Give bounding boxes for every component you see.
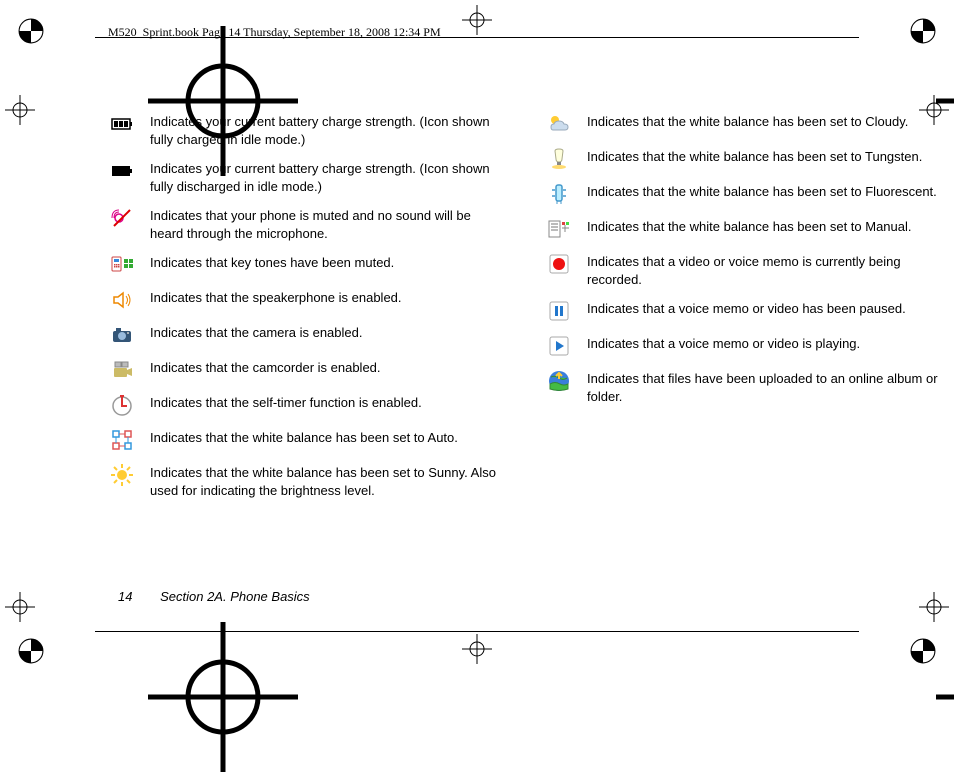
- icon-legend-entry: Indicates that the camcorder is enabled.: [110, 358, 507, 382]
- keytone-mute-icon: [110, 253, 134, 277]
- icon-description: Indicates that the white balance has bee…: [587, 112, 944, 131]
- battery-full-icon: [110, 112, 134, 136]
- registration-mark-icon: [5, 592, 35, 622]
- page-number: 14: [118, 589, 132, 604]
- icon-legend-entry: Indicates that key tones have been muted…: [110, 253, 507, 277]
- icon-legend-entry: Indicates that your phone is muted and n…: [110, 206, 507, 242]
- registration-mark-icon: [861, 26, 881, 46]
- icon-legend-entry: Indicates that a voice memo or video is …: [547, 334, 944, 358]
- registration-mark-icon: [919, 592, 949, 622]
- icon-legend-entry: Indicates that the white balance has bee…: [547, 217, 944, 241]
- registration-mark-icon: [73, 622, 93, 642]
- wb-auto-icon: [110, 428, 134, 452]
- camcorder-icon: [110, 358, 134, 382]
- icon-description: Indicates that files have been uploaded …: [587, 369, 944, 405]
- icon-legend-entry: Indicates that files have been uploaded …: [547, 369, 944, 405]
- icon-legend-entry: Indicates that the white balance has bee…: [110, 463, 507, 499]
- icon-description: Indicates your current battery charge st…: [150, 159, 507, 195]
- icon-description: Indicates that the white balance has bee…: [587, 182, 944, 201]
- icon-legend-entry: Indicates that the speakerphone is enabl…: [110, 288, 507, 312]
- icon-legend-entry: Indicates that the white balance has bee…: [547, 147, 944, 171]
- icon-description: Indicates that key tones have been muted…: [150, 253, 507, 272]
- icon-description: Indicates that a voice memo or video has…: [587, 299, 944, 318]
- icon-description: Indicates that your phone is muted and n…: [150, 206, 507, 242]
- icon-legend-entry: Indicates that the camera is enabled.: [110, 323, 507, 347]
- icon-description: Indicates that the self-timer function i…: [150, 393, 507, 412]
- section-title: Section 2A. Phone Basics: [160, 589, 310, 604]
- icon-description: Indicates that the speakerphone is enabl…: [150, 288, 507, 307]
- self-timer-icon: [110, 393, 134, 417]
- icon-legend-entry: Indicates that a video or voice memo is …: [547, 252, 944, 288]
- pause-icon: [547, 299, 571, 323]
- registration-mark-icon: [462, 5, 492, 35]
- icon-description: Indicates that the white balance has bee…: [587, 147, 944, 166]
- registration-mark-icon: [5, 95, 35, 125]
- battery-empty-icon: [110, 159, 134, 183]
- wb-sunny-icon: [110, 463, 134, 487]
- icon-legend-entry: Indicates your current battery charge st…: [110, 112, 507, 148]
- mute-icon: [110, 206, 134, 230]
- icon-description: Indicates that the white balance has bee…: [150, 463, 507, 499]
- wb-manual-icon: [547, 217, 571, 241]
- icon-legend-entry: Indicates that the self-timer function i…: [110, 393, 507, 417]
- page-header: M520_Sprint.book Page 14 Thursday, Septe…: [108, 25, 441, 40]
- wb-cloudy-icon: [547, 112, 571, 136]
- content-area: Indicates your current battery charge st…: [110, 112, 944, 562]
- page-footer: 14 Section 2A. Phone Basics: [118, 589, 310, 604]
- right-column: Indicates that the white balance has bee…: [547, 112, 944, 562]
- crop-mark-icon: [18, 18, 44, 44]
- play-icon: [547, 334, 571, 358]
- registration-mark-icon: [73, 26, 93, 46]
- icon-description: Indicates that the white balance has bee…: [150, 428, 507, 447]
- registration-mark-icon: [861, 622, 881, 642]
- icon-description: Indicates that the camcorder is enabled.: [150, 358, 507, 377]
- crop-mark-icon: [18, 638, 44, 664]
- record-icon: [547, 252, 571, 276]
- icon-legend-entry: Indicates that the white balance has bee…: [110, 428, 507, 452]
- icon-description: Indicates that a video or voice memo is …: [587, 252, 944, 288]
- trim-line: [95, 631, 859, 632]
- icon-description: Indicates that the white balance has bee…: [587, 217, 944, 236]
- icon-legend-entry: Indicates that the white balance has bee…: [547, 112, 944, 136]
- icon-description: Indicates that a voice memo or video is …: [587, 334, 944, 353]
- registration-mark-icon: [462, 634, 492, 664]
- icon-legend-entry: Indicates your current battery charge st…: [110, 159, 507, 195]
- speakerphone-icon: [110, 288, 134, 312]
- wb-fluorescent-icon: [547, 182, 571, 206]
- camera-icon: [110, 323, 134, 347]
- left-column: Indicates your current battery charge st…: [110, 112, 507, 562]
- icon-description: Indicates your current battery charge st…: [150, 112, 507, 148]
- upload-icon: [547, 369, 571, 393]
- wb-tungsten-icon: [547, 147, 571, 171]
- icon-legend-entry: Indicates that a voice memo or video has…: [547, 299, 944, 323]
- icon-description: Indicates that the camera is enabled.: [150, 323, 507, 342]
- icon-legend-entry: Indicates that the white balance has bee…: [547, 182, 944, 206]
